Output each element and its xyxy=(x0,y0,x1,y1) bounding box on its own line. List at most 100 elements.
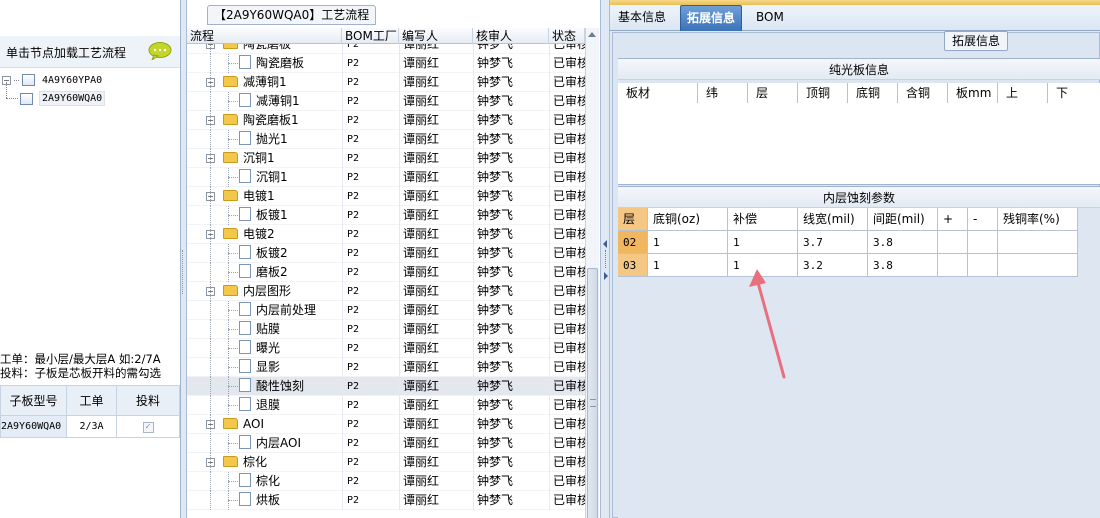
writer-cell[interactable]: 谭丽红 xyxy=(403,73,439,92)
column-header[interactable]: 上 xyxy=(998,83,1048,103)
column-header[interactable]: 底铜(oz) xyxy=(648,208,728,231)
table-row[interactable]: 烘板 P2 谭丽红 钟梦飞 已审核 xyxy=(187,491,585,510)
flow-name-cell[interactable]: 棕化 xyxy=(223,453,267,472)
flow-name-cell[interactable]: 烘板 xyxy=(239,491,280,510)
writer-cell[interactable]: 谭丽红 xyxy=(403,54,439,73)
bom-cell[interactable]: P2 xyxy=(347,149,359,168)
scrollbar-thumb[interactable] xyxy=(587,268,598,518)
flow-name-cell[interactable]: 显影 xyxy=(239,358,280,377)
writer-cell[interactable]: 谭丽红 xyxy=(403,44,439,54)
status-cell[interactable]: 已审核 xyxy=(553,111,585,130)
writer-cell[interactable]: 谭丽红 xyxy=(403,187,439,206)
column-header[interactable]: 纬 xyxy=(698,83,748,103)
column-header[interactable]: 含铜 xyxy=(898,83,948,103)
bom-cell[interactable]: P2 xyxy=(347,415,359,434)
table-row[interactable]: 电镀1− P2 谭丽红 钟梦飞 已审核 xyxy=(187,187,585,206)
bom-cell[interactable]: P2 xyxy=(347,187,359,206)
reviewer-cell[interactable]: 钟梦飞 xyxy=(477,187,513,206)
table-row[interactable]: 曝光 P2 谭丽红 钟梦飞 已审核 xyxy=(187,339,585,358)
table-row[interactable]: 陶瓷磨板1− P2 谭丽红 钟梦飞 已审核 xyxy=(187,111,585,130)
reviewer-cell[interactable]: 钟梦飞 xyxy=(477,168,513,187)
writer-cell[interactable]: 谭丽红 xyxy=(403,415,439,434)
flow-name-cell[interactable]: 减薄铜1 xyxy=(223,73,287,92)
reviewer-cell[interactable]: 钟梦飞 xyxy=(477,244,513,263)
status-cell[interactable]: 已审核 xyxy=(553,358,585,377)
table-cell[interactable]: 2/3A xyxy=(66,415,117,438)
bom-cell[interactable]: P2 xyxy=(347,320,359,339)
bom-cell[interactable]: P2 xyxy=(347,168,359,187)
flow-name-cell[interactable]: 抛光1 xyxy=(239,130,288,149)
bom-cell[interactable]: P2 xyxy=(347,92,359,111)
bom-cell[interactable]: P2 xyxy=(347,301,359,320)
collapse-right-icon[interactable] xyxy=(604,272,608,280)
table-row[interactable]: 抛光1 P2 谭丽红 钟梦飞 已审核 xyxy=(187,130,585,149)
writer-cell[interactable]: 谭丽红 xyxy=(403,491,439,510)
status-cell[interactable]: 已审核 xyxy=(553,149,585,168)
writer-cell[interactable]: 谭丽红 xyxy=(403,111,439,130)
table-row[interactable]: 棕化 − P2 谭丽红 钟梦飞 已审核 xyxy=(187,453,585,472)
column-header[interactable]: 层 xyxy=(748,83,798,103)
plain-board-grid[interactable] xyxy=(618,103,1100,185)
bom-cell[interactable]: P2 xyxy=(347,111,359,130)
status-cell[interactable]: 已审核 xyxy=(553,225,585,244)
writer-cell[interactable]: 谭丽红 xyxy=(403,225,439,244)
status-cell[interactable]: 已审核 xyxy=(553,415,585,434)
bom-cell[interactable]: P2 xyxy=(347,130,359,149)
table-row[interactable]: 减薄铜1 P2 谭丽红 钟梦飞 已审核 xyxy=(187,92,585,111)
status-cell[interactable]: 已审核 xyxy=(553,263,585,282)
table-cell[interactable] xyxy=(998,231,1078,254)
bom-cell[interactable]: P2 xyxy=(347,434,359,453)
writer-cell[interactable]: 谭丽红 xyxy=(403,168,439,187)
table-row[interactable]: 电镀2− P2 谭丽红 钟梦飞 已审核 xyxy=(187,225,585,244)
reviewer-cell[interactable]: 钟梦飞 xyxy=(477,301,513,320)
flow-name-cell[interactable]: 酸性蚀刻 xyxy=(239,377,304,396)
table-row[interactable]: 磨板2 P2 谭丽红 钟梦飞 已审核 xyxy=(187,263,585,282)
reviewer-cell[interactable]: 钟梦飞 xyxy=(477,111,513,130)
writer-cell[interactable]: 谭丽红 xyxy=(403,339,439,358)
table-cell[interactable] xyxy=(938,231,968,254)
column-header-status[interactable]: 状态 xyxy=(549,28,585,44)
table-row[interactable]: 减薄铜1− P2 谭丽红 钟梦飞 已审核 xyxy=(187,73,585,92)
writer-cell[interactable]: 谭丽红 xyxy=(403,92,439,111)
writer-cell[interactable]: 谭丽红 xyxy=(403,263,439,282)
flow-name-cell[interactable]: 内层图形 xyxy=(223,282,291,301)
bom-cell[interactable]: P2 xyxy=(347,358,359,377)
table-row[interactable]: 酸性蚀刻 P2 谭丽红 钟梦飞 已审核 xyxy=(187,377,585,396)
reviewer-cell[interactable]: 钟梦飞 xyxy=(477,358,513,377)
column-header[interactable]: 层 xyxy=(618,208,648,231)
column-header-bom[interactable]: BOM工厂 xyxy=(342,28,399,44)
flow-name-cell[interactable]: 内层前处理 xyxy=(239,301,316,320)
status-cell[interactable]: 已审核 xyxy=(553,320,585,339)
table-row[interactable]: 陶瓷磨板 P2 谭丽红 钟梦飞 已审核 xyxy=(187,54,585,73)
reviewer-cell[interactable]: 钟梦飞 xyxy=(477,282,513,301)
bom-cell[interactable]: P2 xyxy=(347,339,359,358)
reviewer-cell[interactable]: 钟梦飞 xyxy=(477,44,513,54)
bom-cell[interactable]: P2 xyxy=(347,491,359,510)
reviewer-cell[interactable]: 钟梦飞 xyxy=(477,320,513,339)
flow-name-cell[interactable]: 内层AOI xyxy=(239,434,301,453)
reviewer-cell[interactable]: 钟梦飞 xyxy=(477,434,513,453)
tree-node-child[interactable]: 2A9Y60WQA0 xyxy=(20,91,106,106)
table-row[interactable]: 沉铜1 P2 谭丽红 钟梦飞 已审核 xyxy=(187,168,585,187)
flow-name-cell[interactable]: AOI xyxy=(223,415,264,434)
vertical-scrollbar[interactable] xyxy=(585,28,599,518)
bom-cell[interactable]: P2 xyxy=(347,244,359,263)
table-row[interactable]: 内层图形 − P2 谭丽红 钟梦飞 已审核 xyxy=(187,282,585,301)
table-row[interactable]: 陶瓷磨板 − P2 谭丽红 钟梦飞 已审核 xyxy=(187,44,585,54)
reviewer-cell[interactable]: 钟梦飞 xyxy=(477,225,513,244)
table-row[interactable]: 棕化 P2 谭丽红 钟梦飞 已审核 xyxy=(187,472,585,491)
column-header-reviewer[interactable]: 核审人 xyxy=(473,28,549,44)
column-header[interactable]: 补偿 xyxy=(728,208,798,231)
bom-cell[interactable]: P2 xyxy=(347,396,359,415)
column-header[interactable]: 下 xyxy=(1048,83,1100,103)
flow-name-cell[interactable]: 棕化 xyxy=(239,472,280,491)
column-header[interactable]: 板材 xyxy=(618,83,698,103)
tab-bom[interactable]: BOM xyxy=(750,5,790,31)
status-cell[interactable]: 已审核 xyxy=(553,73,585,92)
writer-cell[interactable]: 谭丽红 xyxy=(403,472,439,491)
reviewer-cell[interactable]: 钟梦飞 xyxy=(477,54,513,73)
status-cell[interactable]: 已审核 xyxy=(553,168,585,187)
column-header[interactable]: - xyxy=(968,208,998,231)
flow-name-cell[interactable]: 贴膜 xyxy=(239,320,280,339)
status-cell[interactable]: 已审核 xyxy=(553,377,585,396)
